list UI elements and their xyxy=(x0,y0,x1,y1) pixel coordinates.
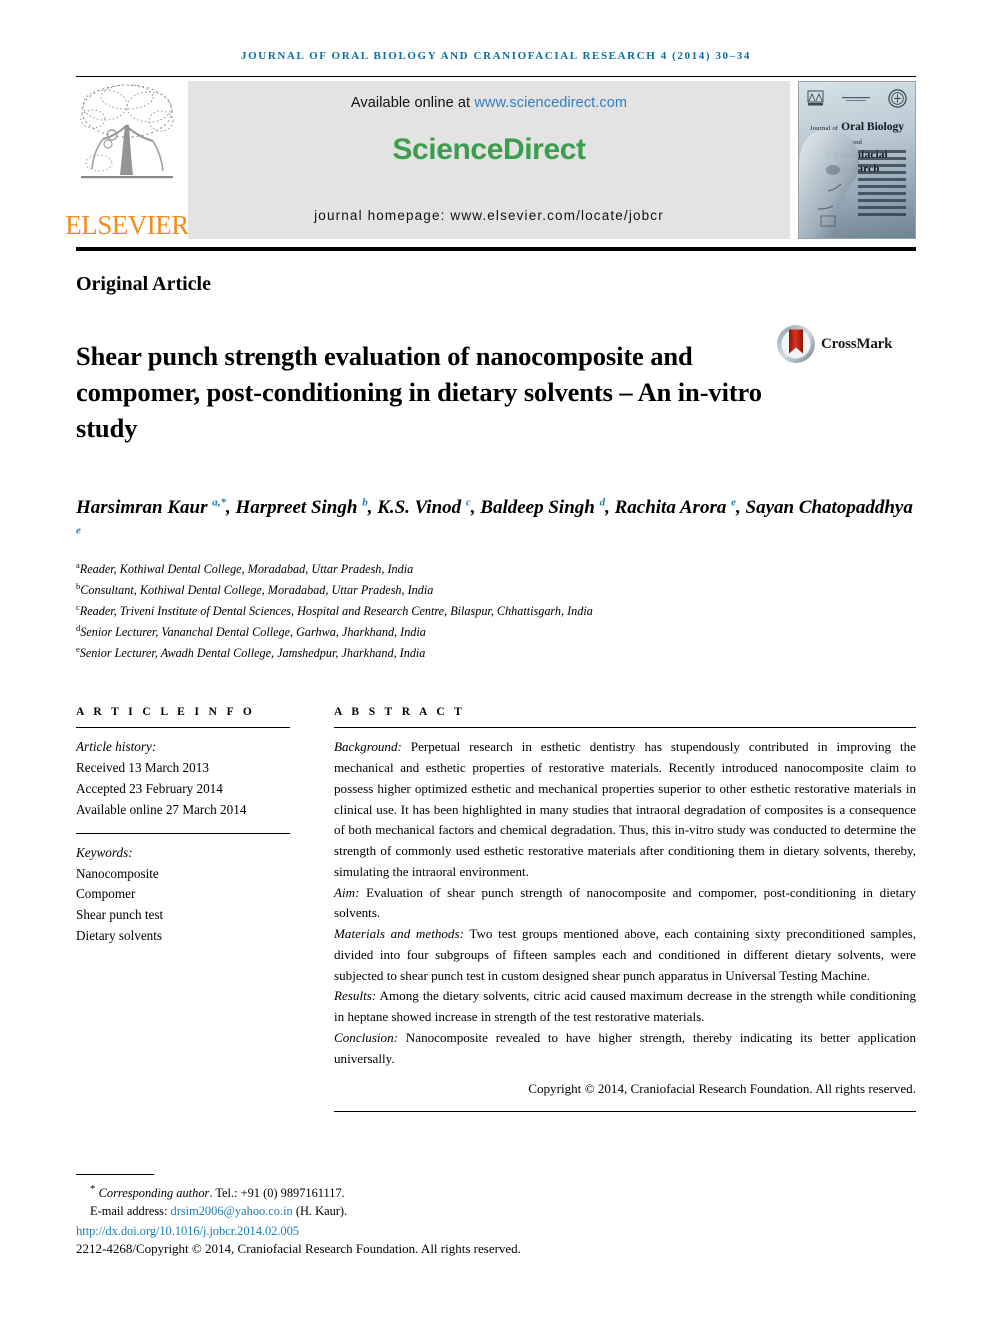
received-date: Received 13 March 2013 xyxy=(76,760,209,776)
keyword-item: Compomer xyxy=(76,886,136,902)
abstract-bottom-divider xyxy=(334,1111,916,1113)
available-online-prefix: Available online at xyxy=(350,95,475,111)
keywords-label: Keywords: xyxy=(76,844,133,860)
page-title: Shear punch strength evaluation of nanoc… xyxy=(76,340,762,444)
affiliation-item: eSenior Lecturer, Awadh Dental College, … xyxy=(76,643,916,664)
affiliation-item: dSenior Lecturer, Vananchal Dental Colle… xyxy=(76,622,916,643)
abstract-section-text: Perpetual research in esthetic dentistry… xyxy=(334,739,916,879)
email-label: E-mail address: xyxy=(90,1204,171,1219)
author-list: Harsimran Kaur a,*, Harpreet Singh b, K.… xyxy=(76,497,913,537)
email-suffix: (H. Kaur). xyxy=(292,1204,348,1219)
available-online-date: Available online 27 March 2014 xyxy=(76,801,247,817)
abstract-section-text: Evaluation of shear punch strength of na… xyxy=(334,884,916,921)
corresponding-author-rest: . Tel.: +91 (0) 9897161117. xyxy=(209,1185,345,1200)
article-type-label: Original Article xyxy=(76,273,211,295)
accepted-date: Accepted 23 February 2014 xyxy=(76,780,223,796)
crossmark-badge[interactable]: CrossMark xyxy=(776,324,892,364)
keyword-item: Nanocomposite xyxy=(76,865,159,881)
abstract-section-label: Results: xyxy=(334,988,377,1004)
abstract-copyright: Copyright © 2014, Craniofacial Research … xyxy=(528,1081,916,1097)
abstract-section-label: Materials and methods: xyxy=(334,926,464,941)
affiliation-text: Senior Lecturer, Awadh Dental College, J… xyxy=(79,646,426,661)
article-info-divider xyxy=(76,727,290,729)
abstract-section: Background: Perpetual research in esthet… xyxy=(334,737,916,882)
abstract-section-label: Conclusion: xyxy=(334,1029,399,1045)
cover-center-mark-icon xyxy=(842,96,870,101)
article-history-block: Article history: Received 13 March 2013 … xyxy=(76,737,290,820)
affiliation-text: Consultant, Kothiwal Dental College, Mor… xyxy=(80,583,434,598)
article-info-heading: A R T I C L E I N F O xyxy=(76,706,256,719)
sciencedirect-url-link[interactable]: www.sciencedirect.com xyxy=(474,95,627,111)
affiliation-list: aReader, Kothiwal Dental College, Morada… xyxy=(76,559,916,664)
crossmark-icon[interactable] xyxy=(776,324,816,364)
available-online-line: Available online at www.sciencedirect.co… xyxy=(351,95,627,111)
email-link[interactable]: drsim2006@yahoo.co.in xyxy=(171,1204,293,1218)
sciencedirect-wordmark: ScienceDirect xyxy=(392,133,586,166)
email-note: E-mail address: drsim2006@yahoo.co.in (H… xyxy=(76,1202,916,1221)
journal-cover-thumbnail: Journal of Oral Biology and Craniofacial… xyxy=(798,81,916,239)
affiliation-item: aReader, Kothiwal Dental College, Morada… xyxy=(76,559,916,580)
abstract-section: Materials and methods: Two test groups m… xyxy=(334,924,916,986)
abstract-section-label: Aim: xyxy=(334,884,360,900)
info-abstract-region: A R T I C L E I N F O Article history: R… xyxy=(76,706,916,1113)
doi-link[interactable]: http://dx.doi.org/10.1016/j.jobcr.2014.0… xyxy=(76,1224,916,1239)
asterisk-icon: * xyxy=(90,1182,96,1195)
elsevier-wordmark: ELSEVIER xyxy=(65,210,189,240)
affiliation-text: Reader, Kothiwal Dental College, Moradab… xyxy=(79,562,414,577)
keyword-item: Shear punch test xyxy=(76,907,164,923)
keyword-item: Dietary solvents xyxy=(76,928,163,944)
affiliation-item: bConsultant, Kothiwal Dental College, Mo… xyxy=(76,580,916,601)
affiliation-item: cReader, Triveni Institute of Dental Sci… xyxy=(76,601,916,622)
elsevier-tree-icon xyxy=(80,84,174,179)
publisher-seal-icon xyxy=(888,89,907,108)
abstract-section: Conclusion: Nanocomposite revealed to ha… xyxy=(334,1028,916,1070)
journal-masthead: ELSEVIER Available online at www.science… xyxy=(65,76,916,239)
journal-homepage-line[interactable]: journal homepage: www.elsevier.com/locat… xyxy=(188,208,790,223)
masthead-divider xyxy=(76,247,916,251)
abstract-divider xyxy=(334,727,916,729)
cover-stripe-bars xyxy=(858,150,906,220)
issn-copyright-line: 2212-4268/Copyright © 2014, Craniofacial… xyxy=(76,1241,521,1256)
abstract-section-label: Background: xyxy=(334,739,402,755)
abstract-section-text: Nanocomposite revealed to have higher st… xyxy=(334,1029,916,1066)
abstract-section-text: Among the dietary solvents, citric acid … xyxy=(334,988,916,1024)
abstract-body: Background: Perpetual research in esthet… xyxy=(334,737,916,1069)
affiliation-text: Senior Lecturer, Vananchal Dental Colleg… xyxy=(80,625,426,640)
article-info-column: A R T I C L E I N F O Article history: R… xyxy=(76,706,290,1112)
sciencedirect-banner: Available online at www.sciencedirect.co… xyxy=(188,81,790,239)
elsevier-mini-logo-icon xyxy=(807,90,824,106)
keywords-block: Keywords: Nanocomposite Compomer Shear p… xyxy=(76,843,290,947)
article-page: JOURNAL OF ORAL BIOLOGY AND CRANIOFACIAL… xyxy=(0,0,992,1323)
abstract-section: Aim: Evaluation of shear punch strength … xyxy=(334,883,916,925)
affiliation-text: Reader, Triveni Institute of Dental Scie… xyxy=(79,604,593,619)
running-head: JOURNAL OF ORAL BIOLOGY AND CRANIOFACIAL… xyxy=(241,50,751,62)
cover-topbar xyxy=(799,82,915,108)
keywords-divider xyxy=(76,832,290,834)
footnote-rule xyxy=(76,1173,154,1175)
abstract-section: Results: Among the dietary solvents, cit… xyxy=(334,986,916,1028)
abstract-heading: A B S T R A C T xyxy=(334,706,466,719)
elsevier-logo: ELSEVIER xyxy=(65,81,189,239)
title-row: Shear punch strength evaluation of nanoc… xyxy=(76,320,916,464)
footnote-region: * Corresponding author. Tel.: +91 (0) 98… xyxy=(76,1173,916,1257)
crossmark-label: CrossMark xyxy=(821,335,893,352)
corresponding-author-label: Corresponding author xyxy=(98,1185,210,1200)
article-history-label: Article history: xyxy=(76,739,157,755)
abstract-column: A B S T R A C T Background: Perpetual re… xyxy=(334,706,916,1113)
corresponding-author-note: * Corresponding author. Tel.: +91 (0) 98… xyxy=(76,1181,916,1203)
